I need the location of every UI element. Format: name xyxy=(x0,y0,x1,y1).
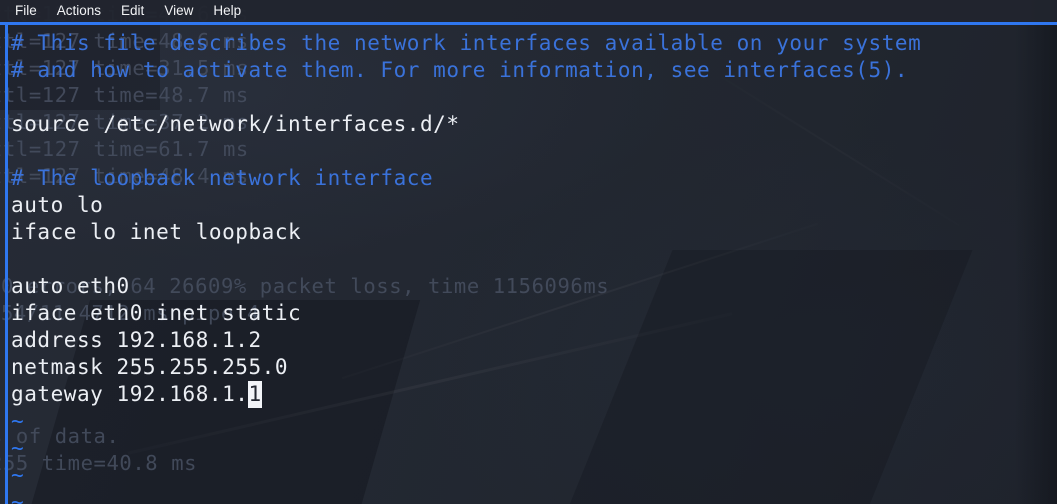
buffer-line: source /etc/network/interfaces.d/* xyxy=(11,112,460,136)
menu-actions[interactable]: Actions xyxy=(56,2,102,20)
buffer-comment-line: # This file describes the network interf… xyxy=(11,31,922,55)
editor-buffer[interactable]: # This file describes the network interf… xyxy=(0,25,1057,504)
buffer-line-with-cursor: gateway 192.168.1.1 xyxy=(11,381,262,408)
text-cursor[interactable]: 1 xyxy=(248,381,262,408)
menu-help[interactable]: Help xyxy=(212,2,242,20)
empty-line-marker: ~ xyxy=(11,490,25,504)
buffer-line: iface lo inet loopback xyxy=(11,220,302,244)
buffer-line: auto eth0 xyxy=(11,274,130,298)
terminal-screen: ttl=127 time=41.6 msttl=127 time=48.6 ms… xyxy=(0,0,1057,504)
buffer-comment-line: # The loopback network interface xyxy=(11,166,434,190)
buffer-comment-line: # and how to activate them. For more inf… xyxy=(11,58,909,82)
empty-line-marker: ~ xyxy=(11,409,25,433)
menubar: File Actions Edit View Help xyxy=(0,0,1057,22)
buffer-line: netmask 255.255.255.0 xyxy=(11,355,289,379)
menu-edit[interactable]: Edit xyxy=(120,2,145,20)
menu-view[interactable]: View xyxy=(163,2,194,20)
buffer-line: iface eth0 inet static xyxy=(11,301,302,325)
buffer-line: auto lo xyxy=(11,193,104,217)
empty-line-marker: ~ xyxy=(11,436,25,460)
editor-border-left xyxy=(5,25,8,504)
editor-border-top xyxy=(0,22,1057,25)
buffer-line: address 192.168.1.2 xyxy=(11,328,262,352)
menu-file[interactable]: File xyxy=(14,2,38,20)
buffer-line-text: gateway 192.168.1. xyxy=(11,382,249,406)
empty-line-marker: ~ xyxy=(11,463,25,487)
